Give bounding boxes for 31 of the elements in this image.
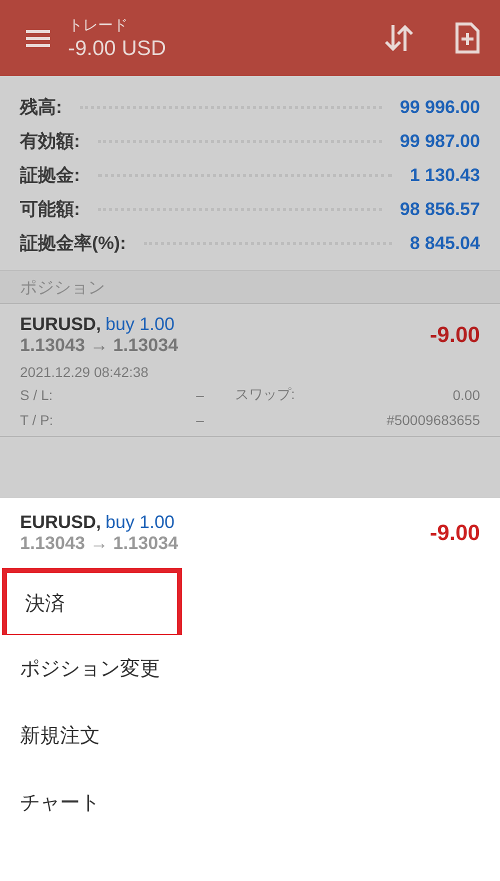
summary-value: 98 856.57 bbox=[400, 198, 480, 220]
summary-label: 証拠金率(%): bbox=[20, 232, 126, 255]
section-header: ポジション bbox=[0, 271, 500, 304]
summary-value: 99 996.00 bbox=[400, 96, 480, 118]
price-change: 1.13043 → 1.13034 bbox=[20, 335, 178, 356]
summary-value: 1 130.43 bbox=[410, 164, 480, 186]
swap-label: スワップ: bbox=[234, 386, 296, 404]
price-change: 1.13043 → 1.13034 bbox=[20, 533, 178, 554]
open-time: 2021.12.29 08:42:38 bbox=[20, 364, 150, 380]
summary-label: 有効額: bbox=[20, 130, 80, 153]
summary-label: 可能額: bbox=[20, 198, 80, 221]
position-row[interactable]: EURUSD, buy 1.00 1.13043 → 1.13034 -9.00 2021.12.29 08:42:38 S / L: – スワップ: 0.00 T / P: – #50009683655 bbox=[0, 304, 500, 437]
order-side: buy 1.00 bbox=[105, 512, 175, 532]
swap-value: 0.00 bbox=[452, 387, 480, 403]
tp-value: – bbox=[195, 412, 205, 428]
symbol-label: EURUSD, bbox=[20, 314, 102, 334]
screen-title: トレード bbox=[68, 16, 129, 34]
profit-value: -9.00 bbox=[430, 520, 480, 546]
ticket-number: #50009683655 bbox=[386, 412, 480, 428]
summary-value: 99 987.00 bbox=[400, 130, 480, 152]
tp-label: T / P: bbox=[20, 412, 54, 428]
menu-icon[interactable] bbox=[24, 27, 52, 49]
profit-value: -9.00 bbox=[430, 322, 480, 348]
summary-label: 証拠金: bbox=[20, 164, 80, 187]
summary-value: 8 845.04 bbox=[410, 232, 480, 254]
symbol-label: EURUSD, bbox=[20, 512, 102, 532]
profit-total: -9.00 USD bbox=[68, 36, 168, 60]
sl-label: S / L: bbox=[20, 387, 54, 403]
summary-label: 残高: bbox=[20, 96, 62, 119]
order-side: buy 1.00 bbox=[105, 314, 175, 334]
sl-value: – bbox=[195, 387, 205, 403]
